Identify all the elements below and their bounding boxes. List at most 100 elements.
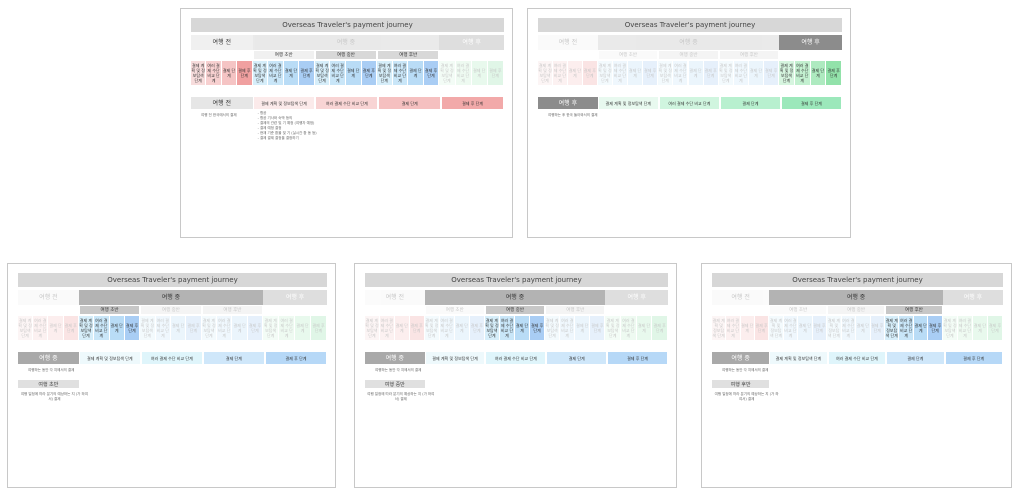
step-during-3-2: 여러 결제 수단 비교 단계: [217, 316, 232, 340]
step-before-1: 결제 계획 및 정보탐색 단계: [712, 316, 726, 340]
step-during-1-4: 결제 후 단계: [643, 61, 658, 85]
detail-step-4: 결제 후 단계: [442, 97, 503, 109]
step-during-2-4: 결제 후 단계: [530, 316, 545, 340]
step-after-1: 결제 계획 및 정보탐색 단계: [263, 316, 279, 340]
phase-header-during: 여행 중: [252, 35, 440, 50]
step-during-3-2: 여러 결제 수단 비교 단계: [733, 61, 748, 85]
step-before-2: 여러 결제 수단 비교 단계: [379, 316, 394, 340]
step-after-3: 결제 단계: [471, 61, 487, 85]
step-during-2-3: 결제 단계: [345, 61, 361, 85]
detail-phase-label: 여행 중: [18, 352, 79, 364]
phase-header-during: 여행 중: [424, 290, 606, 305]
step-during-3-1: 결제 계획 및 정보탐색 단계: [201, 316, 217, 340]
step-during-1-3: 결제 단계: [628, 61, 643, 85]
step-after-1: 결제 계획 및 정보탐색 단계: [605, 316, 621, 340]
step-during-2-1: 결제 계획 및 정보탐색 단계: [140, 316, 155, 340]
step-during-3-1: 결제 계획 및 정보탐색 단계: [377, 61, 392, 85]
subphase-header-2: 여행 중반: [485, 306, 545, 314]
detail-step-1: 결제 계획 및 정보탐색 단계: [770, 352, 827, 364]
detail-step-4: 결제 후 단계: [781, 97, 841, 109]
step-during-1-3: 결제 단계: [454, 316, 469, 340]
step-before-3: 결제 단계: [48, 316, 63, 340]
step-during-2-4: 결제 후 단계: [186, 316, 201, 340]
step-during-2-2: 여러 결제 수단 비교 단계: [499, 316, 514, 340]
step-after-4: 결제 후 단계: [487, 61, 503, 85]
detail-step-2: 여러 결제 수단 비교 단계: [486, 352, 546, 364]
step-during-1-2: 여러 결제 수단 비교 단계: [612, 61, 628, 85]
during-detail-description: 여행 일정에 따라 분기의 예상하는 지 (가 하여서) 결제: [367, 392, 435, 401]
phase-header-during: 여행 중: [597, 35, 780, 50]
phase-header-during: 여행 중: [769, 290, 943, 305]
phase-header-during: 여행 중: [78, 290, 264, 305]
step-during-3-4: 결제 후 단계: [423, 61, 439, 85]
before-notes: - 항공 - 항공 기사와 숙박 등의 - 결제의 관련 및 기 예정 (여행자…: [257, 111, 317, 140]
frame-title: Overseas Traveler's payment journey: [538, 18, 842, 32]
detail-step-3: 결제 단계: [720, 97, 780, 109]
detail-step-2: 여러 결제 수단 비교 단계: [316, 97, 378, 109]
phase-header-before: 여행 전: [365, 290, 425, 305]
subphase-header-1: 여행 초반: [253, 51, 314, 59]
subphase-tag: 여행 중반: [365, 380, 425, 388]
step-after-2: 여러 결제 수단 비교 단계: [455, 61, 471, 85]
step-before-4: 결제 후 단계: [237, 61, 252, 85]
phase-description: 여행하는 동안 각 지에서의 결제: [28, 368, 75, 372]
detail-phase-label: 여행 중: [712, 352, 770, 364]
subphase-header-2: 여행 중반: [828, 306, 884, 314]
subphase-header-3: 여행 후반: [719, 51, 779, 59]
step-during-3-3: 결제 단계: [575, 316, 590, 340]
detail-step-1: 결제 계획 및 정보탐색 단계: [425, 352, 485, 364]
step-during-2-3: 결제 단계: [856, 316, 870, 340]
step-during-3-4: 결제 후 단계: [764, 61, 779, 85]
detail-phase-label: 여행 후: [538, 97, 598, 109]
detail-step-3: 결제 단계: [887, 352, 944, 364]
subphase-header-1: 여행 초반: [770, 306, 827, 314]
subphase-header-2: 여행 중반: [315, 51, 377, 59]
step-during-2-3: 결제 단계: [170, 316, 186, 340]
frame-title: Overseas Traveler's payment journey: [712, 273, 1003, 287]
subphase-tag: 여행 후반: [712, 380, 770, 388]
step-during-2-2: 여러 결제 수단 비교 단계: [673, 61, 688, 85]
step-after-4: 결제 후 단계: [826, 61, 841, 85]
phase-header-after: 여행 후: [263, 290, 327, 305]
step-before-3: 결제 단계: [740, 316, 754, 340]
step-during-1-3: 결제 단계: [283, 61, 299, 85]
step-during-1-1: 결제 계획 및 정보탐색 단계: [769, 316, 783, 340]
frame-title: Overseas Traveler's payment journey: [18, 273, 327, 287]
detail-step-4: 결제 후 단계: [608, 352, 667, 364]
step-during-2-4: 결제 후 단계: [703, 61, 718, 85]
phase-header-after: 여행 후: [779, 35, 842, 50]
detail-phase-label: 여행 전: [191, 97, 253, 109]
detail-step-2: 여러 결제 수단 비교 단계: [659, 97, 719, 109]
phase-header-before: 여행 전: [191, 35, 253, 50]
step-after-3: 결제 단계: [972, 316, 987, 340]
step-after-1: 결제 계획 및 정보탐색 단계: [439, 61, 455, 85]
detail-step-1: 결제 계획 및 정보탐색 단계: [79, 352, 140, 364]
journey-frame-1: Overseas Traveler's payment journey 여행 전여…: [180, 8, 513, 238]
phase-description: 여행하는 동안 각 지에서의 결제: [722, 368, 769, 372]
step-during-1-4: 결제 후 단계: [299, 61, 314, 85]
step-during-1-2: 여러 결제 수단 비교 단계: [268, 61, 283, 85]
step-after-2: 여러 결제 수단 비교 단계: [621, 316, 636, 340]
journey-frame-5: Overseas Traveler's payment journey 여행 전여…: [701, 263, 1012, 488]
step-during-2-4: 결제 후 단계: [870, 316, 884, 340]
step-during-1-1: 결제 계획 및 정보탐색 단계: [252, 61, 268, 85]
step-after-1: 결제 계획 및 정보탐색 단계: [779, 61, 794, 85]
step-before-2: 여러 결제 수단 비교 단계: [33, 316, 48, 340]
frame-title: Overseas Traveler's payment journey: [191, 18, 504, 32]
during-detail-description: 여행 일정에 따라 분기의 예상하는 지 (가 하여서) 결제: [20, 392, 88, 401]
subphase-header-3: 여행 후반: [202, 306, 263, 314]
phase-header-before: 여행 전: [712, 290, 770, 305]
step-after-3: 결제 단계: [810, 61, 826, 85]
step-before-1: 결제 계획 및 정보탐색 단계: [365, 316, 379, 340]
detail-step-4: 결제 후 단계: [945, 352, 1002, 364]
detail-step-4: 결제 후 단계: [265, 352, 326, 364]
step-before-4: 결제 후 단계: [409, 316, 424, 340]
step-during-3-4: 결제 후 단계: [590, 316, 605, 340]
phase-header-after: 여행 후: [605, 290, 668, 305]
step-before-4: 결제 후 단계: [63, 316, 78, 340]
phase-header-before: 여행 전: [18, 290, 79, 305]
step-after-2: 여러 결제 수단 비교 단계: [279, 316, 295, 340]
step-during-3-2: 여러 결제 수단 비교 단계: [560, 316, 575, 340]
step-during-3-4: 결제 후 단계: [928, 316, 942, 340]
step-during-1-1: 결제 계획 및 정보탐색 단계: [78, 316, 94, 340]
